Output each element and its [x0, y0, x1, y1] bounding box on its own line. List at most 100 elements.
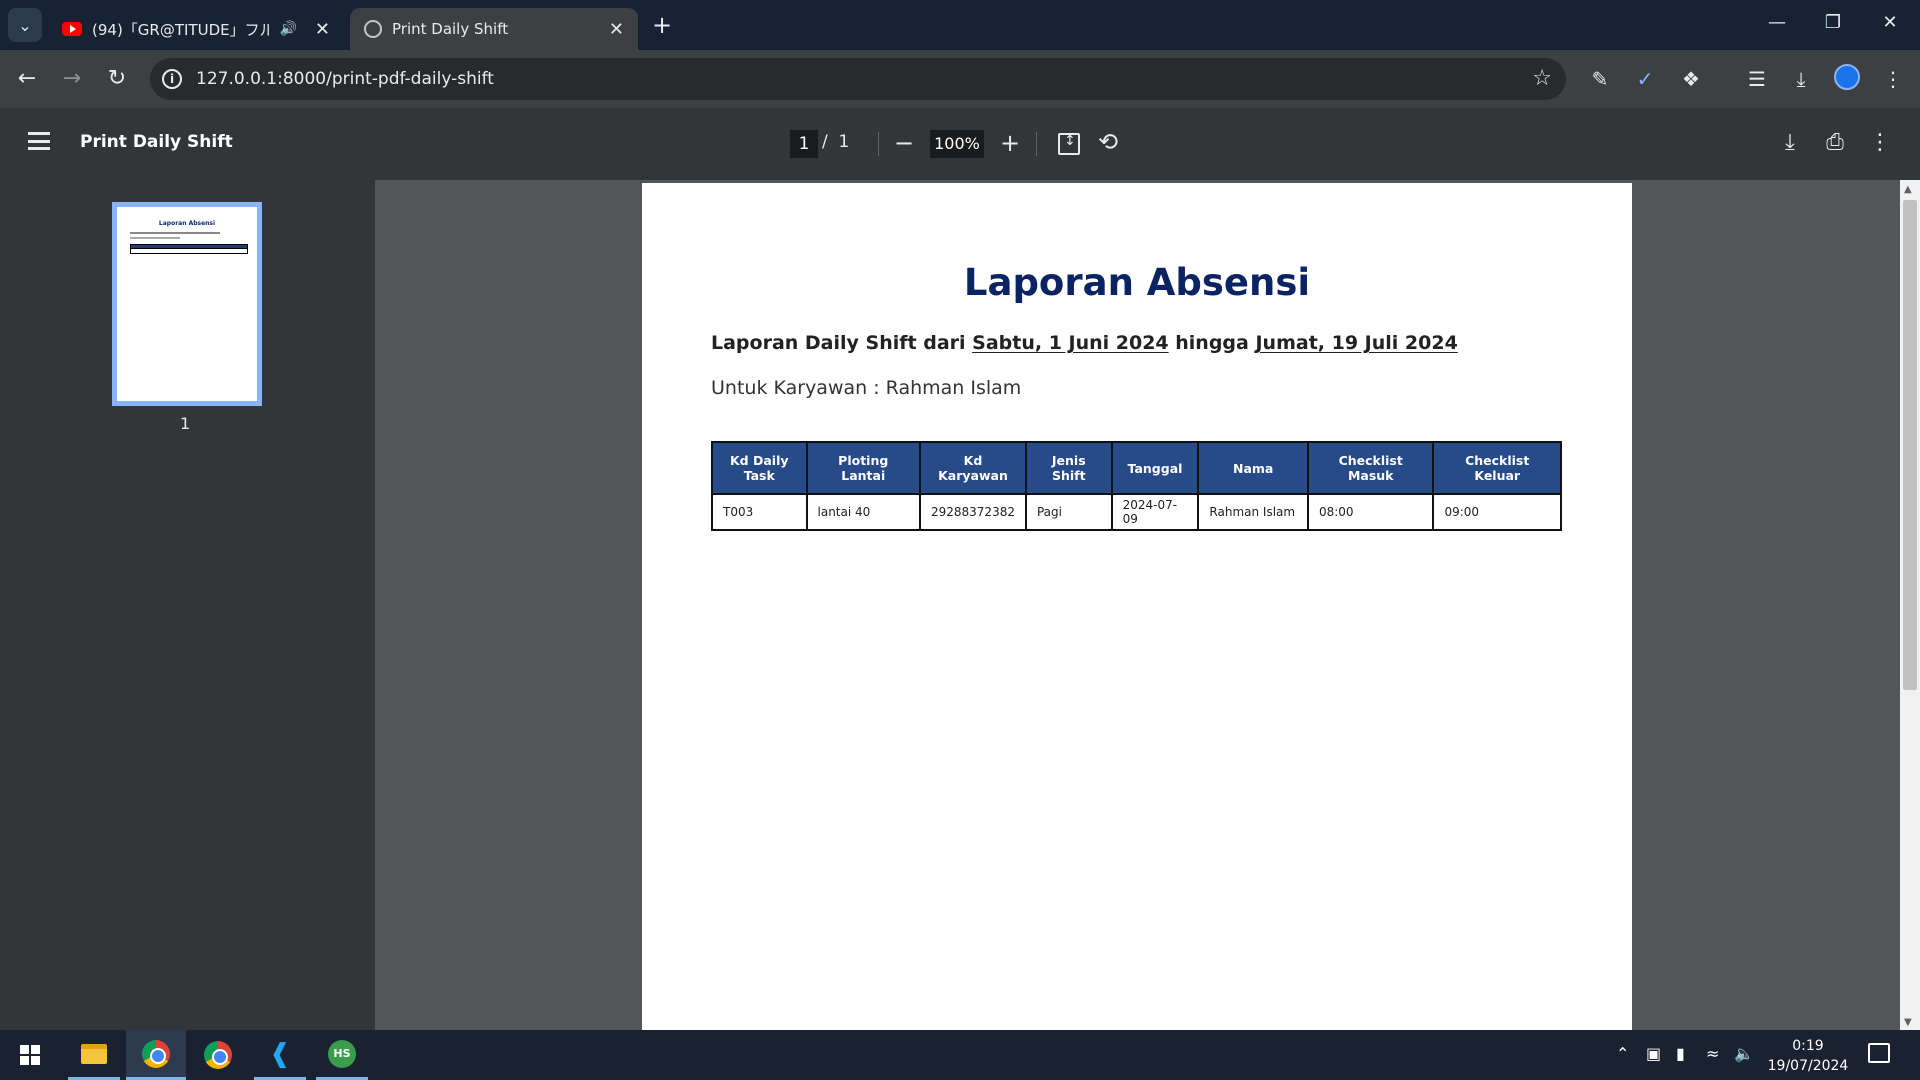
pdf-title: Print Daily Shift	[80, 132, 233, 152]
thumbnail-line	[130, 237, 180, 239]
zoom-input[interactable]: 100%	[930, 130, 984, 158]
thumbnail-table	[130, 244, 248, 254]
scroll-up-icon[interactable]: ▲	[1904, 184, 1912, 195]
notification-center-icon[interactable]	[1868, 1043, 1890, 1063]
back-icon[interactable]: ←	[12, 64, 42, 94]
close-tab-icon[interactable]: ✕	[609, 19, 624, 40]
checkmark-extension-icon[interactable]: ✓	[1630, 64, 1660, 94]
start-button[interactable]	[4, 1030, 56, 1080]
more-options-icon[interactable]: ⋮	[1864, 128, 1896, 158]
clock-date: 19/07/2024	[1767, 1058, 1849, 1074]
volume-icon[interactable]: 🔈	[1734, 1044, 1754, 1063]
subtitle-middle: hingga	[1168, 332, 1256, 354]
vscode-icon: ❰	[269, 1038, 291, 1069]
page-count: / 1	[822, 132, 849, 152]
print-icon[interactable]: ⎙	[1819, 128, 1851, 158]
column-header: Jenis Shift	[1024, 441, 1113, 495]
chrome-menu-icon[interactable]: ⋮	[1878, 64, 1908, 94]
table-cell: 2024-07-09	[1110, 493, 1200, 531]
total-pages: 1	[838, 132, 850, 152]
folder-icon	[81, 1043, 107, 1064]
pdf-toolbar: Print Daily Shift 1 / 1 − 100% + ⟲ ⤓ ⎙ ⋮	[0, 108, 1920, 180]
system-clock[interactable]: 0:19 19/07/2024	[1758, 1036, 1858, 1076]
chrome-icon	[142, 1039, 170, 1068]
tab-youtube[interactable]: (94)「GR@TITUDE」フルコーラ 🔊 ✕	[48, 8, 344, 50]
battery-icon[interactable]: ▮	[1676, 1044, 1685, 1063]
close-tab-icon[interactable]: ✕	[315, 19, 330, 40]
browser-toolbar: ← → ↻ i 127.0.0.1:8000/print-pdf-daily-s…	[0, 50, 1920, 108]
address-bar[interactable]: i 127.0.0.1:8000/print-pdf-daily-shift ☆	[150, 58, 1566, 100]
employee-line: Untuk Karyawan : Rahman Islam	[711, 377, 1022, 399]
column-header: Ploting Lantai	[805, 441, 921, 495]
tab-title: (94)「GR@TITUDE」フルコーラ	[92, 20, 270, 39]
column-header: Kd Karyawan	[918, 441, 1027, 495]
globe-icon	[364, 20, 382, 38]
scroll-down-icon[interactable]: ▼	[1904, 1017, 1912, 1028]
tab-title: Print Daily Shift	[392, 20, 509, 38]
zoom-out-icon[interactable]: −	[888, 128, 920, 158]
thumbnail-preview: Laporan Absensi	[120, 210, 254, 398]
subtitle-prefix: Laporan Daily Shift dari	[711, 332, 973, 354]
url-text[interactable]: 127.0.0.1:8000/print-pdf-daily-shift	[196, 69, 494, 89]
downloads-icon[interactable]: ⤓	[1786, 64, 1816, 94]
file-explorer-button[interactable]	[68, 1030, 120, 1080]
rotate-icon[interactable]: ⟲	[1098, 128, 1118, 156]
table-cell: 29288372382	[918, 493, 1027, 531]
chevron-down-icon: ⌄	[18, 15, 32, 35]
toolbar-divider	[878, 132, 879, 156]
table-cell: lantai 40	[805, 493, 921, 531]
speaker-icon[interactable]: 🔊	[279, 21, 296, 37]
thumbnail-line	[130, 232, 220, 234]
attendance-table: Kd Daily Task Ploting Lantai Kd Karyawan…	[711, 441, 1562, 531]
media-queue-icon[interactable]: ☰	[1742, 64, 1772, 94]
chrome-button[interactable]	[192, 1030, 244, 1080]
sidebar-menu-icon[interactable]	[28, 132, 50, 150]
table-cell: Pagi	[1024, 493, 1113, 531]
fit-page-icon[interactable]	[1058, 133, 1080, 155]
tab-print-daily-shift[interactable]: Print Daily Shift ✕	[350, 8, 638, 50]
column-header: Tanggal	[1110, 441, 1200, 495]
heidisql-button[interactable]: HS	[316, 1030, 368, 1080]
column-header: Checklist Masuk	[1306, 441, 1435, 495]
bookmark-star-icon[interactable]: ☆	[1532, 66, 1552, 91]
wifi-icon[interactable]: ≈	[1706, 1044, 1719, 1063]
meet-now-icon[interactable]: ▣	[1646, 1044, 1661, 1063]
zoom-in-icon[interactable]: +	[994, 128, 1026, 158]
profile-avatar[interactable]	[1834, 64, 1860, 90]
tab-search-button[interactable]: ⌄	[8, 8, 42, 42]
table-cell: 09:00	[1432, 493, 1562, 531]
column-header: Kd Daily Task	[711, 441, 808, 495]
scrollbar-thumb[interactable]	[1903, 200, 1917, 690]
close-window-icon[interactable]: ✕	[1870, 12, 1910, 33]
table-cell: 08:00	[1306, 493, 1435, 531]
date-from: Sabtu, 1 Juni 2024	[972, 332, 1169, 354]
chrome-icon	[204, 1041, 232, 1069]
restore-icon[interactable]: ❐	[1813, 12, 1853, 33]
page-thumbnail[interactable]: Laporan Absensi	[112, 202, 262, 406]
extension-edit-icon[interactable]: ✎	[1585, 64, 1615, 94]
minimize-icon[interactable]: —	[1757, 12, 1797, 33]
windows-logo-icon	[20, 1045, 40, 1065]
show-hidden-icons-icon[interactable]: ⌃	[1616, 1044, 1629, 1063]
new-tab-button[interactable]: +	[652, 12, 672, 38]
vscode-button[interactable]: ❰	[254, 1030, 306, 1080]
hs-app-icon: HS	[328, 1039, 356, 1068]
vertical-scrollbar[interactable]: ▲ ▼	[1900, 180, 1920, 1030]
table-row: T003 lantai 40 29288372382 Pagi 2024-07-…	[711, 493, 1562, 531]
site-info-icon[interactable]: i	[162, 69, 182, 89]
document-viewport[interactable]: Laporan Absensi Laporan Daily Shift dari…	[375, 180, 1920, 1030]
download-icon[interactable]: ⤓	[1774, 128, 1806, 158]
thumbnail-title: Laporan Absensi	[158, 220, 216, 227]
taskbar: ❰ HS ⌃ ▣ ▮ ≈ 🔈 0:19 19/07/2024	[0, 1030, 1920, 1080]
page-number-input[interactable]: 1	[790, 130, 818, 158]
pdf-page: Laporan Absensi Laporan Daily Shift dari…	[642, 183, 1632, 1030]
clock-time: 0:19	[1792, 1038, 1824, 1054]
thumbnail-page-label: 1	[180, 414, 191, 433]
forward-icon[interactable]: →	[57, 64, 87, 94]
extensions-puzzle-icon[interactable]: ❖	[1676, 64, 1706, 94]
reload-icon[interactable]: ↻	[102, 64, 132, 94]
youtube-icon	[62, 22, 82, 36]
document-subtitle: Laporan Daily Shift dari Sabtu, 1 Juni 2…	[711, 332, 1458, 354]
chrome-button-active[interactable]	[126, 1030, 186, 1080]
toolbar-divider	[1036, 132, 1037, 156]
